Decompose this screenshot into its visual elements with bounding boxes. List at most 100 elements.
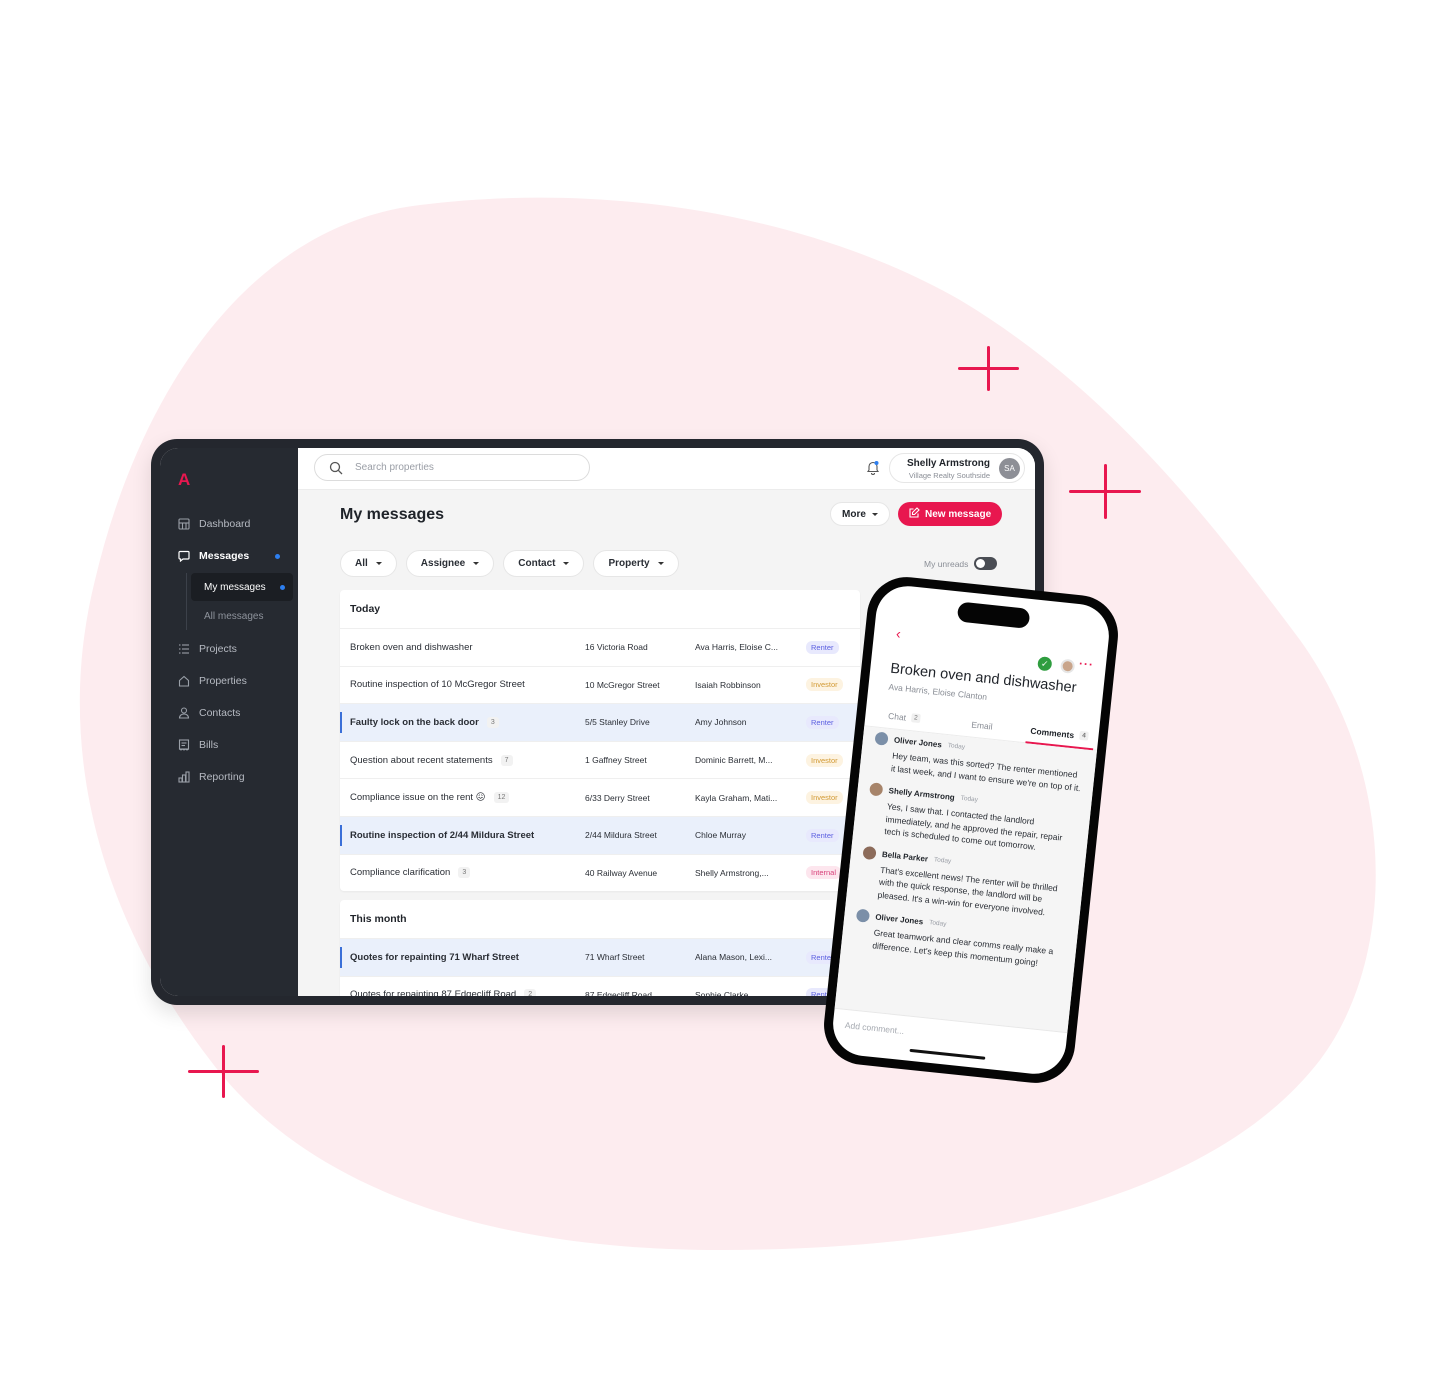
page-title: My messages	[340, 506, 445, 523]
filter-property[interactable]: Property	[593, 550, 679, 577]
message-row[interactable]: Routine inspection of 2/44 Mildura Stree…	[340, 815, 860, 854]
sidebar-subitem-label: My messages	[204, 581, 266, 593]
tab-label: Chat	[887, 710, 907, 723]
message-contacts: Sophie Clarke	[695, 989, 749, 996]
top-bar: Search properties Shelly Armstrong Villa…	[298, 448, 1035, 490]
house-icon	[178, 675, 190, 687]
chevron-down-icon	[473, 562, 480, 565]
more-button[interactable]: More	[830, 502, 890, 526]
my-unreads-toggle[interactable]	[974, 557, 998, 570]
comment-author: Bella Parker	[881, 849, 929, 864]
person-icon	[178, 707, 190, 719]
contact-type-badge: Renter	[806, 828, 839, 842]
subject-text: Compliance issue on the rent 😖	[350, 792, 486, 804]
resolved-check-icon[interactable]: ✓	[1037, 656, 1053, 672]
bar-chart-icon	[178, 771, 190, 783]
group-heading: Today	[350, 603, 381, 615]
subject-text: Quotes for repainting 87 Edgecliff Road	[350, 989, 517, 996]
avatar	[862, 845, 877, 860]
message-contacts: Shelly Armstrong,...	[695, 867, 769, 878]
sidebar-subitem-my-messages[interactable]: My messages	[191, 573, 293, 601]
contact-type-badge: Renter	[806, 715, 839, 729]
unread-dot	[280, 584, 285, 590]
my-unreads-filter: My unreads	[924, 557, 998, 570]
tab-count: 4	[1078, 730, 1090, 741]
message-row[interactable]: Routine inspection of 10 McGregor Street…	[340, 665, 860, 704]
comment-author: Shelly Armstrong	[888, 786, 956, 803]
message-row[interactable]: Compliance clarification 3 40 Railway Aven…	[340, 853, 860, 892]
chat-bubble-icon	[178, 550, 190, 562]
message-group-this-month: This month Quotes for repainting 71 Whar…	[340, 900, 860, 996]
filter-label: Property	[608, 558, 650, 569]
group-heading: This month	[350, 913, 407, 925]
avatar: SA	[999, 458, 1020, 479]
message-contacts: Chloe Murray	[695, 830, 747, 841]
comment-time: Today	[928, 919, 947, 928]
sidebar: A Dashboard Messages My messages All mes…	[160, 448, 298, 996]
message-row[interactable]: Compliance issue on the rent 😖 12 6/33 Der…	[340, 778, 860, 816]
app-logo[interactable]: A	[178, 470, 190, 490]
back-chevron-icon[interactable]: ‹	[895, 625, 901, 641]
message-property: 2/44 Mildura Street	[585, 830, 657, 841]
message-subject: Routine inspection of 10 McGregor Street	[340, 679, 585, 690]
phone-device: ‹ ✓ ··· Broken oven and dishwasher Ava H…	[820, 573, 1122, 1087]
message-count: 7	[500, 754, 513, 766]
search-input[interactable]: Search properties	[314, 454, 590, 481]
message-property: 5/5 Stanley Drive	[585, 717, 650, 728]
user-menu[interactable]: Shelly Armstrong Village Realty Southsid…	[889, 453, 1025, 483]
message-row[interactable]: Faulty lock on the back door 3 5/5 Stanley…	[340, 703, 860, 741]
comment-author: Oliver Jones	[874, 912, 924, 927]
message-contacts: Dominic Barrett, M...	[695, 755, 773, 766]
new-message-button[interactable]: New message	[898, 502, 1003, 526]
sidebar-item-label: Bills	[199, 739, 219, 751]
comment-time: Today	[933, 855, 952, 865]
search-placeholder: Search properties	[355, 462, 434, 473]
sidebar-item-label: Contacts	[199, 707, 241, 719]
unread-dot	[275, 553, 280, 559]
message-property: 10 McGregor Street	[585, 679, 660, 690]
user-name: Shelly Armstrong	[907, 458, 990, 469]
sidebar-item-messages[interactable]: Messages	[160, 540, 298, 572]
tab-count: 2	[910, 713, 922, 724]
sidebar-item-properties[interactable]: Properties	[160, 665, 298, 697]
notifications-button[interactable]	[866, 460, 880, 480]
sidebar-item-reporting[interactable]: Reporting	[160, 761, 298, 793]
sidebar-item-bills[interactable]: Bills	[160, 729, 298, 761]
tab-label: Comments	[1029, 725, 1075, 740]
message-row[interactable]: Question about recent statements 7 1 Gaffn…	[340, 740, 860, 779]
chevron-down-icon	[871, 512, 878, 516]
filter-contact[interactable]: Contact	[503, 550, 585, 577]
comment-time: Today	[960, 794, 979, 804]
comment-author: Oliver Jones	[893, 735, 943, 750]
message-count: 2	[524, 989, 537, 996]
subject-text: Faulty lock on the back door	[350, 716, 479, 728]
sidebar-item-label: Messages	[199, 550, 250, 562]
comment: Shelly Armstrong Today Yes, I saw that. …	[865, 782, 1079, 857]
sidebar-item-label: Projects	[199, 643, 237, 655]
message-subject: Quotes for repainting 87 Edgecliff Road 2	[340, 989, 585, 996]
message-row[interactable]: Quotes for repainting 71 Wharf Street 71 …	[340, 938, 860, 976]
sidebar-item-dashboard[interactable]: Dashboard	[160, 508, 298, 540]
subject-text: Compliance clarification	[350, 867, 451, 879]
filter-all[interactable]: All	[340, 550, 397, 577]
sidebar-subitem-all-messages[interactable]: All messages	[191, 602, 293, 630]
assignee-avatar[interactable]	[1059, 658, 1076, 674]
decor-cross-bottom-left	[188, 1045, 259, 1098]
tab-label: Email	[970, 718, 994, 732]
message-subject: Compliance issue on the rent 😖 12	[340, 792, 585, 804]
phone-screen: ‹ ✓ ··· Broken oven and dishwasher Ava H…	[829, 583, 1113, 1077]
message-row[interactable]: Quotes for repainting 87 Edgecliff Road 2…	[340, 975, 860, 996]
subject-text: Routine inspection of 2/44 Mildura Stree…	[350, 829, 535, 841]
filter-label: Contact	[518, 558, 556, 569]
subject-text: Routine inspection of 10 McGregor Street	[350, 679, 525, 691]
filter-assignee[interactable]: Assignee	[405, 550, 495, 577]
sidebar-item-contacts[interactable]: Contacts	[160, 697, 298, 729]
sidebar-item-projects[interactable]: Projects	[160, 633, 298, 665]
sidebar-subitem-label: All messages	[204, 610, 264, 622]
message-row[interactable]: Broken oven and dishwasher 16 Victoria Ro…	[340, 628, 860, 666]
sidebar-item-label: Properties	[199, 675, 247, 687]
avatar	[869, 782, 884, 797]
more-options-icon[interactable]: ···	[1078, 656, 1094, 671]
chevron-down-icon	[375, 562, 382, 565]
contact-type-badge: Investor	[806, 753, 843, 767]
